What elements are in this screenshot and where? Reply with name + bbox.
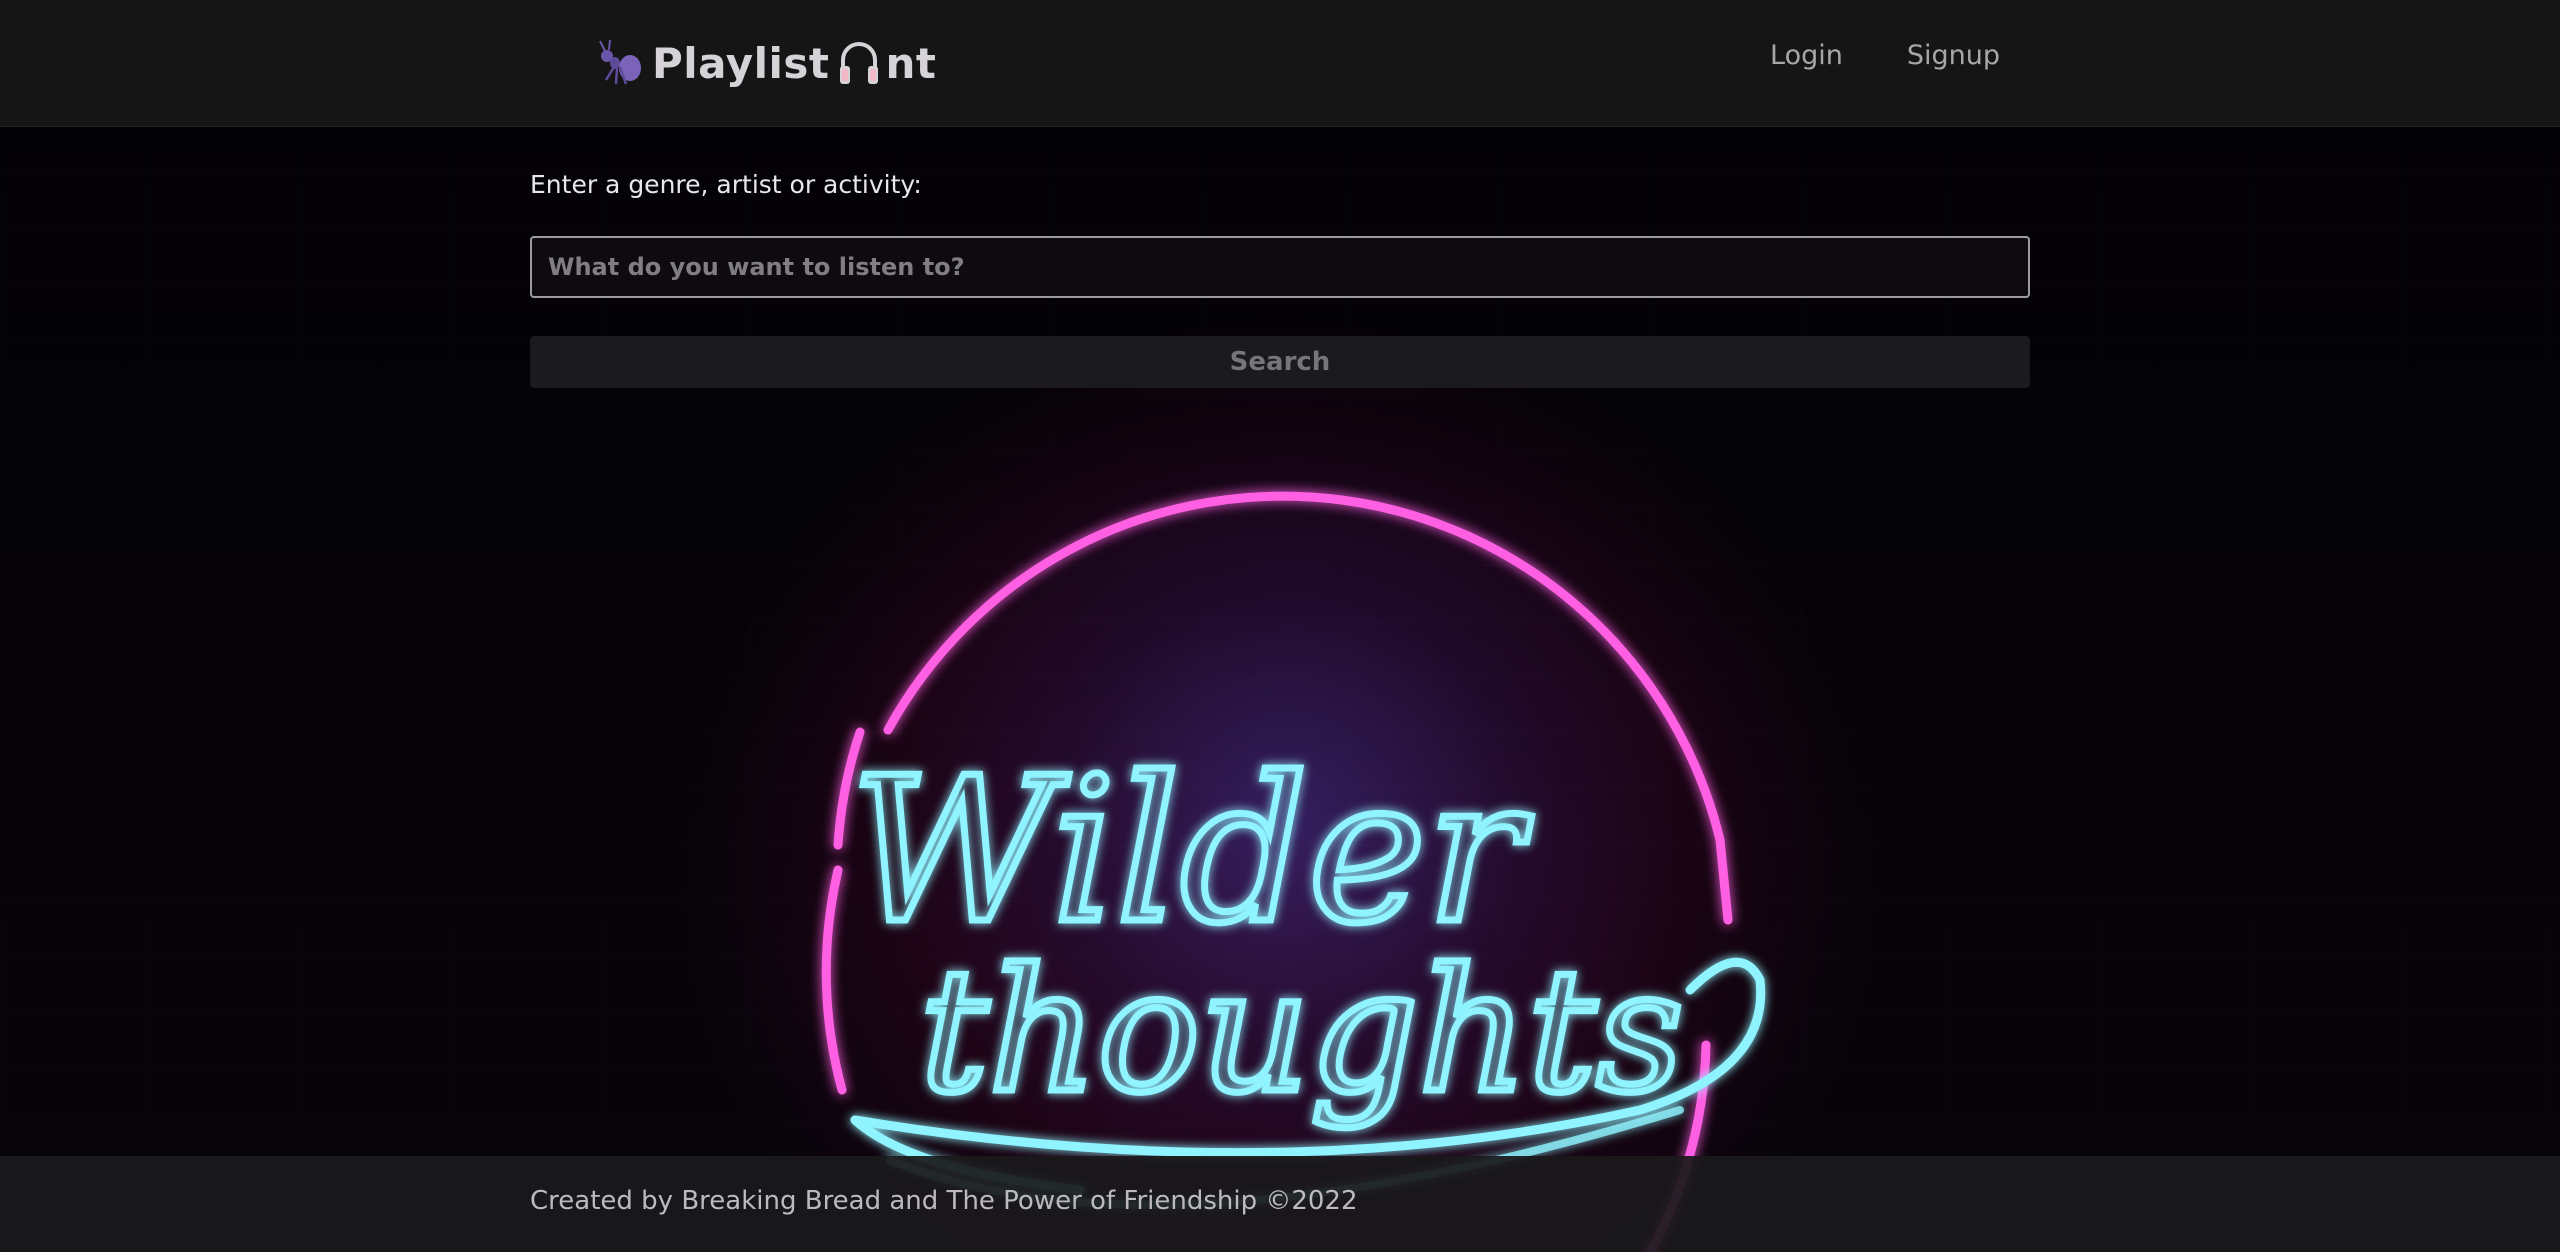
page: Playlist nt Login Signup Enter a genre, … <box>0 0 2560 1252</box>
footer: Created by Breaking Bread and The Power … <box>0 1156 2560 1252</box>
headphones-icon <box>840 42 879 84</box>
login-link[interactable]: Login <box>1770 40 1843 71</box>
brand-text-part-2: nt <box>885 38 937 88</box>
neon-text-line-2: thoughts <box>920 933 1684 1131</box>
navbar: Playlist nt Login Signup <box>0 0 2560 127</box>
signup-link[interactable]: Signup <box>1907 40 2000 71</box>
search-prompt-label: Enter a genre, artist or activity: <box>530 170 922 199</box>
brand-text-part-1: Playlist <box>652 38 830 88</box>
footer-credits: Created by Breaking Bread and The Power … <box>530 1186 1358 1216</box>
nav-links: Login Signup <box>1770 40 2000 71</box>
neon-sign-image: Wilder thoughts <box>821 491 1766 1252</box>
brand-logo[interactable]: Playlist nt <box>596 32 936 94</box>
search-button[interactable]: Search <box>530 336 2030 388</box>
ant-icon <box>599 39 641 85</box>
search-input[interactable] <box>530 236 2030 298</box>
